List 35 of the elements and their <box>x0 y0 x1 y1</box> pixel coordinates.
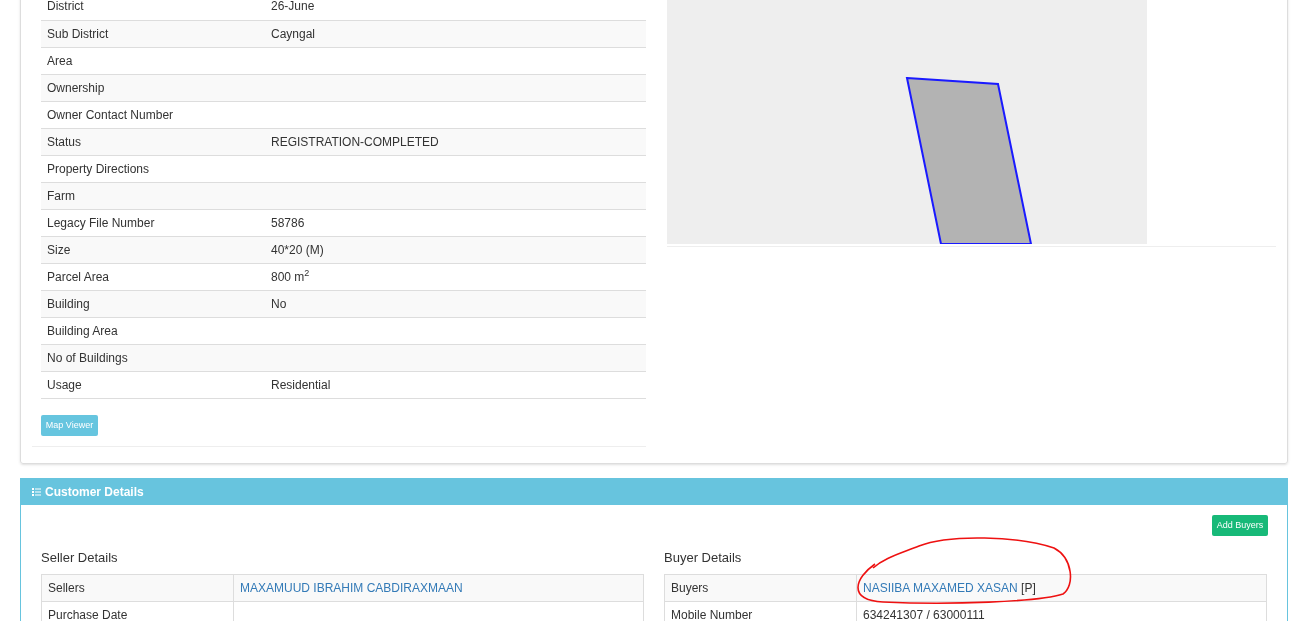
table-cell: Usage <box>41 371 265 398</box>
list-icon <box>32 488 41 496</box>
section-heading: Seller Details <box>41 549 119 567</box>
table-cell: Cayngal <box>271 26 316 41</box>
table-cell: Residential <box>271 377 331 392</box>
table-cell: Status <box>41 128 265 155</box>
table-cell: Size <box>41 236 265 263</box>
table-cell: 634241307 / 63000111 <box>863 607 985 621</box>
table-cell: Sellers <box>41 574 234 601</box>
table-cell: No of Buildings <box>41 344 265 371</box>
table-cell: Buyers <box>664 574 857 601</box>
table-cell: No <box>271 296 287 311</box>
table-cell: 40*20 (M) <box>271 242 324 257</box>
table-cell: Sub District <box>41 20 265 47</box>
table-cell: Ownership <box>41 74 265 101</box>
table-cell: Owner Contact Number <box>41 101 265 128</box>
table-cell: Building <box>41 290 265 317</box>
table-cell: Building Area <box>41 317 265 344</box>
table-cell: 58786 <box>271 215 305 230</box>
primary-marker: [P] <box>1020 580 1036 595</box>
table-cell: Area <box>41 47 265 74</box>
customer-name-link[interactable]: NASIIBA MAXAMED XASAN <box>863 580 1018 595</box>
panel-title: Customer Details <box>45 484 144 501</box>
table-cell: 800 m$^{2}$ <box>271 269 310 284</box>
table-cell: Farm <box>41 182 265 209</box>
table-cell: Legacy File Number <box>41 209 265 236</box>
table-cell: Property Directions <box>41 155 265 182</box>
table-cell: 26-June <box>271 0 315 14</box>
add-buyers-button[interactable]: Add Buyers <box>1212 515 1268 536</box>
section-heading: Buyer Details <box>664 549 743 567</box>
table-cell: Purchase Date <box>41 601 234 621</box>
table-cell: Mobile Number <box>664 601 857 621</box>
table-cell: Parcel Area <box>41 263 265 290</box>
table-cell: District <box>41 0 265 20</box>
table-cell: REGISTRATION-COMPLETED <box>271 134 439 149</box>
